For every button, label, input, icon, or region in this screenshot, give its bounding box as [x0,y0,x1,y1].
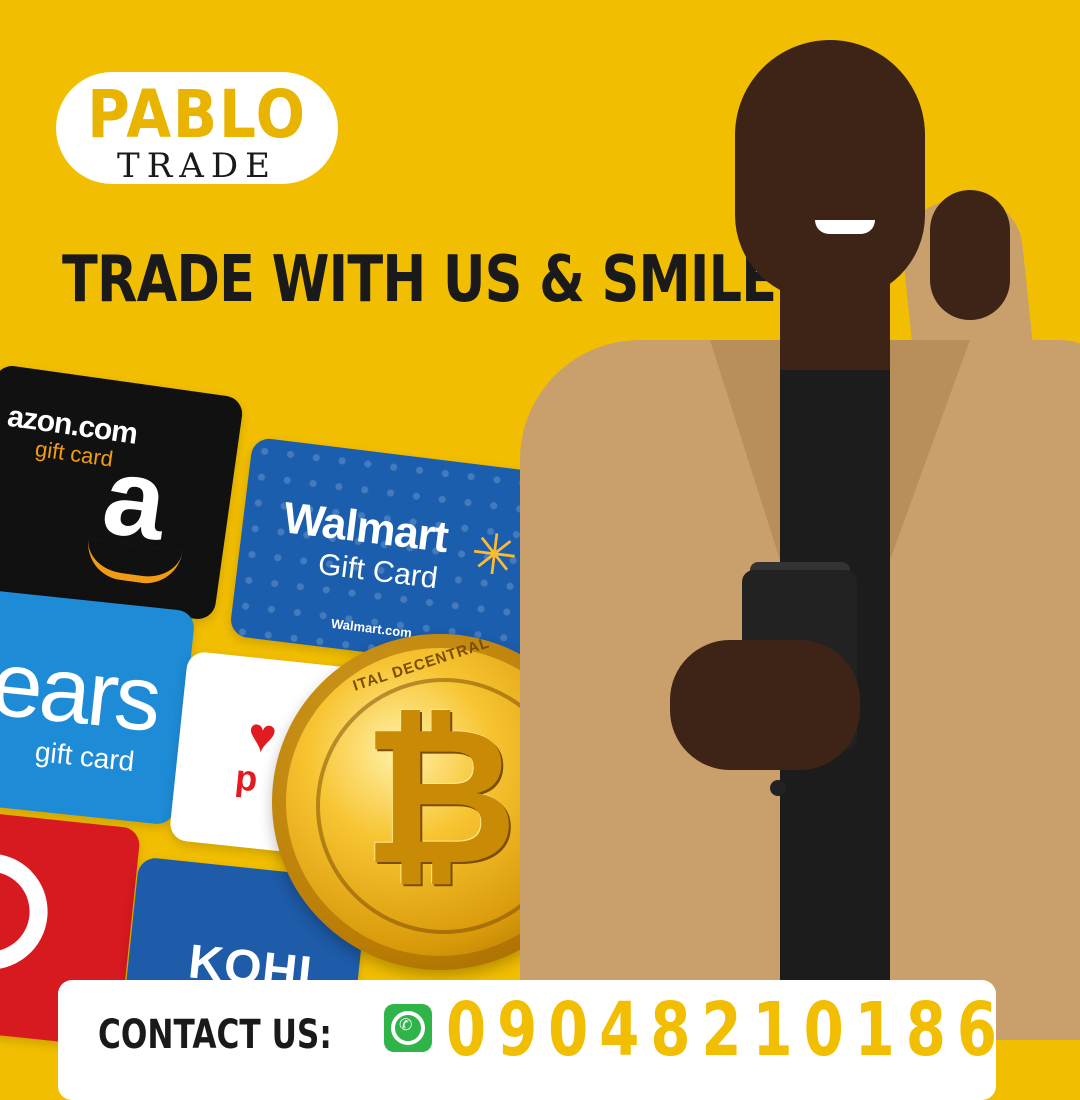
whatsapp-icon[interactable]: ✆ [384,1004,432,1052]
amazon-gift-card: azon.com gift card a [0,363,245,622]
smile [815,220,875,234]
coat-lapel-right [890,340,970,560]
coat-lapel-left [710,340,780,560]
contact-label: CONTACT US: [98,1012,332,1058]
jcpenney-card-glyph: p [233,756,260,800]
brand-name-top: PABLO [87,76,307,153]
brand-name-bottom: TRADE [117,146,277,186]
hand-holding-phone [930,190,1010,320]
contact-phone-number[interactable]: 09048210186 [446,990,1008,1070]
phone-glyph: ✆ [399,1017,413,1034]
coat-button [770,780,786,796]
amazon-smile-icon [83,538,183,589]
contact-bar: CONTACT US: ✆ 09048210186 [58,980,997,1100]
sears-card-title: ears [0,632,164,752]
sears-gift-card: ears gift card [0,589,196,826]
brand-logo: PABLO TRADE [56,72,338,184]
hand-holding-cup [670,640,860,770]
target-logo-icon [0,847,54,976]
head [735,40,925,300]
smiling-man-photo [480,40,1080,1040]
